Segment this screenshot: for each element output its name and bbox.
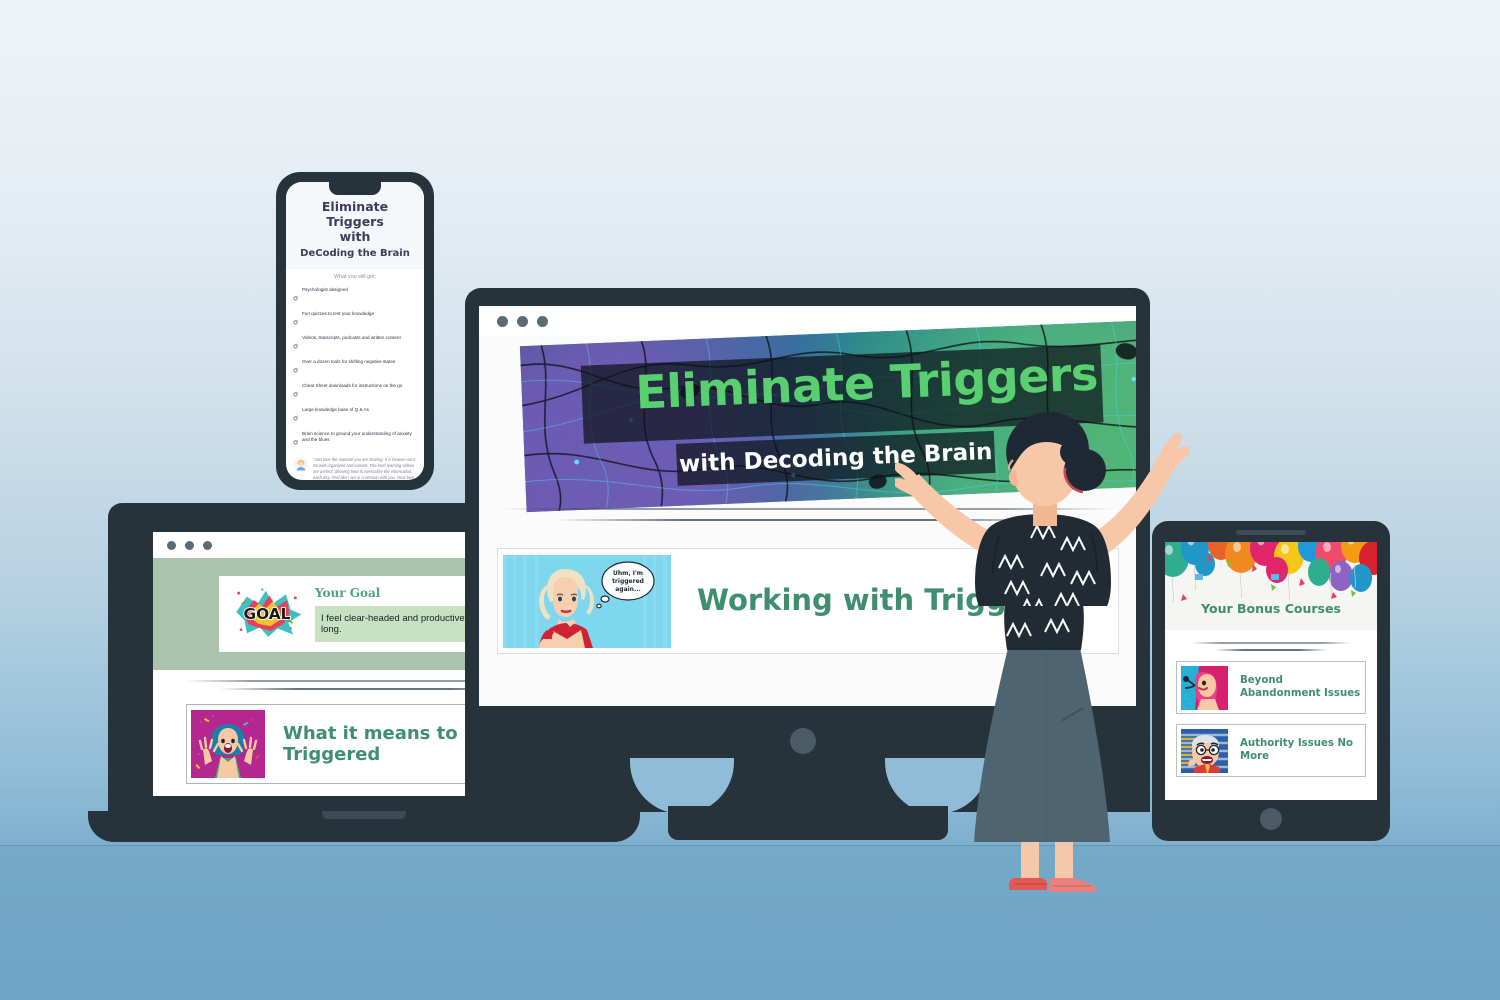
phone-title-line1: Eliminate Triggers [321, 199, 389, 229]
pop-art-thinking-woman-thumbnail: Uhm, I'm triggered again... [503, 554, 671, 648]
phone-feature-item: Brain science to ground your understandi… [293, 431, 417, 450]
phone-feature-item: Psychologist designed [293, 287, 417, 306]
divider-line-bottom [1215, 649, 1327, 651]
svg-text:again...: again... [615, 586, 641, 593]
avatar-icon [294, 456, 308, 471]
window-dot-close[interactable] [497, 315, 508, 327]
circular-arrow-icon [293, 408, 298, 426]
phone-feature-label: Brain science to ground your understandi… [302, 431, 412, 443]
goal-badge-icon: GOAL [231, 586, 303, 638]
circular-arrow-icon [293, 384, 298, 402]
bonus-course-card-2[interactable]: Authority Issues No More [1176, 724, 1366, 777]
circular-arrow-icon [293, 432, 298, 450]
laptop-base-notch [322, 811, 406, 819]
phone-feature-label: Fun quizzes to test your knowledge [302, 311, 375, 317]
phone-device: Eliminate Triggers with DeCoding the Bra… [276, 172, 434, 490]
phone-feature-item: Fun quizzes to test your knowledge [293, 311, 417, 330]
phone-feature-label: Over a dozen tools for shifting negative… [302, 359, 396, 365]
floor-horizon-line [0, 845, 1500, 846]
phone-feature-label: Large knowledge base of Q & As [302, 407, 369, 413]
monitor-power-button[interactable] [790, 728, 816, 754]
presenter-illustration [892, 408, 1195, 918]
floor-background [0, 845, 1500, 1000]
phone-feature-item: Videos, transcripts, podcasts and writte… [293, 335, 417, 354]
bonus-course-title: Authority Issues No More [1240, 738, 1354, 762]
phone-feature-list: Psychologist designed Fun quizzes to test… [286, 287, 424, 450]
tablet-divider-group [1191, 642, 1351, 651]
svg-text:GOAL: GOAL [244, 605, 291, 623]
window-dot-close[interactable] [167, 540, 176, 550]
phone-feature-label: Psychologist designed [302, 287, 348, 293]
phone-feature-item: Over a dozen tools for shifting negative… [293, 359, 417, 378]
phone-feature-label: Videos, transcripts, podcasts and writte… [302, 335, 401, 341]
circular-arrow-icon [293, 336, 298, 354]
phone-feature-item: Large knowledge base of Q & As [293, 407, 417, 426]
circular-arrow-icon [293, 288, 298, 306]
tablet-hero-title: Your Bonus Courses [1201, 601, 1341, 616]
circular-arrow-icon [293, 360, 298, 378]
laptop-window-dots [167, 540, 212, 550]
circular-arrow-icon [293, 312, 298, 330]
phone-title-line3: DeCoding the Brain [300, 248, 410, 260]
window-dot-maximize[interactable] [203, 540, 212, 550]
pop-art-woman-blue-hair-thumbnail [191, 710, 265, 778]
phone-title-line2: with [339, 228, 371, 244]
phone-notch [329, 182, 381, 195]
phone-header: Eliminate Triggers with DeCoding the Bra… [286, 182, 424, 270]
svg-text:Uhm, I'm: Uhm, I'm [613, 570, 643, 577]
tablet-hero: Your Bonus Courses [1165, 542, 1377, 630]
svg-text:triggered: triggered [612, 578, 644, 585]
scene-root: GOAL Your Goal I feel clear-headed and p… [0, 0, 1500, 1000]
testimonial-1: "Just love the material you are sharing.… [286, 456, 424, 480]
window-dot-maximize[interactable] [537, 315, 548, 327]
monitor-window-dots [497, 315, 548, 327]
bonus-course-title: Beyond Abandonment Issues [1240, 675, 1361, 699]
phone-feature-item: Cheat Sheet downloads for instructions o… [293, 383, 417, 402]
tablet-home-button[interactable] [1260, 808, 1282, 830]
phone-screen: Eliminate Triggers with DeCoding the Bra… [286, 182, 424, 480]
phone-feature-label: Cheat Sheet downloads for instructions o… [302, 383, 403, 389]
window-dot-minimize[interactable] [185, 540, 194, 550]
testimonial-1-quote: "Just love the material you are sharing.… [313, 456, 416, 480]
tablet-screen: Your Bonus Courses Beyond Abandonment Is… [1165, 542, 1377, 800]
bonus-course-card-1[interactable]: Beyond Abandonment Issues [1176, 661, 1366, 714]
window-dot-minimize[interactable] [517, 315, 528, 327]
tablet-speaker [1236, 530, 1306, 535]
phone-subheading: What you will get: [333, 274, 377, 281]
